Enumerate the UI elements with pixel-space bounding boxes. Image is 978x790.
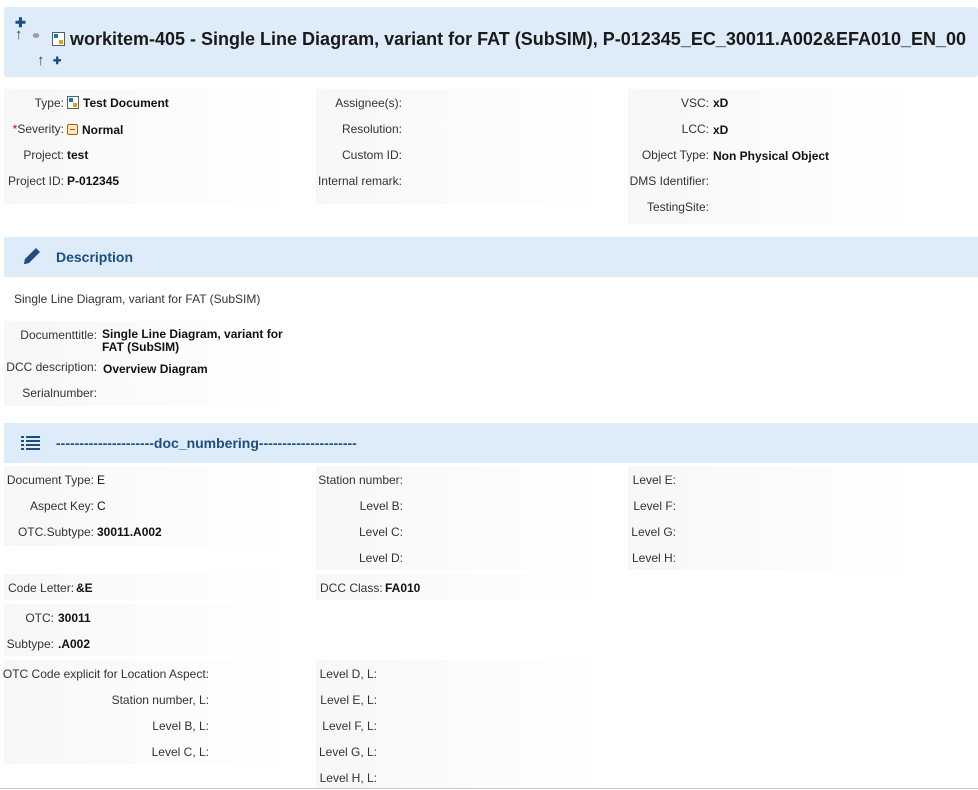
level-f-label: Level F: [633, 499, 676, 513]
child-arrow-icon[interactable]: ↑ [37, 53, 45, 68]
otc-label: OTC: [25, 611, 54, 625]
custom-id-label: Custom ID: [341, 148, 402, 162]
project-label: Project: [23, 148, 64, 162]
subtype-value[interactable]: .A002 [58, 637, 90, 651]
type-label: Type: [34, 96, 64, 110]
level-e-label: Level E: [632, 473, 676, 487]
workitem-type-icon [52, 32, 65, 46]
level-b-l-label: Level B, L: [152, 719, 209, 733]
list-icon [21, 436, 40, 450]
workitem-title: workitem-405 - Single Line Diagram, vari… [70, 29, 967, 49]
document-type-icon [67, 96, 79, 109]
document-type-value[interactable]: E [97, 473, 105, 487]
level-c-l-label: Level C, L: [151, 745, 209, 759]
lcc-label: LCC: [681, 122, 709, 136]
doc-numbering-section-title: ---------------------doc_numbering------… [56, 435, 357, 451]
workitem-header: ✚ ↑ ⚭ ↑ ✚ workitem-405 - Single Line Dia… [4, 7, 978, 77]
level-h-label: Level H: [631, 551, 676, 565]
object-type-label: Object Type: [641, 148, 709, 162]
level-c-label: Level C: [358, 525, 403, 539]
otc-code-location-label: OTC Code explicit for Location Aspect: [2, 667, 209, 681]
code-letter-value[interactable]: &E [76, 581, 93, 595]
parent-arrow-icon[interactable]: ↑ [15, 27, 23, 42]
aspect-key-label: Aspect Key: [29, 499, 94, 513]
otc-subtype-value[interactable]: 30011.A002 [97, 525, 162, 539]
dcc-description-value[interactable]: Overview Diagram [103, 362, 208, 376]
link-icon[interactable]: ⚭ [31, 30, 41, 42]
resolution-label: Resolution: [341, 122, 402, 136]
station-number-l-label: Station number, L: [111, 693, 209, 707]
dcc-description-label: DCC description: [6, 360, 97, 374]
description-section-header[interactable]: Description [4, 237, 978, 277]
documenttitle-value-line2: FAT (SubSIM) [102, 340, 180, 354]
severity-value[interactable]: Normal [67, 123, 123, 137]
dcc-class-value[interactable]: FA010 [385, 581, 420, 595]
description-text: Single Line Diagram, variant for FAT (Su… [14, 292, 261, 306]
code-letter-label: Code Letter: [8, 581, 75, 595]
level-h-l-label: Level H, L: [319, 771, 377, 785]
serialnumber-label: Serialnumber: [22, 386, 97, 400]
level-b-label: Level B: [359, 499, 403, 513]
project-id-label: Project ID: [7, 174, 64, 188]
level-d-l-label: Level D, L: [319, 667, 377, 681]
aspect-key-value[interactable]: C [97, 499, 106, 513]
bottom-divider [0, 788, 978, 789]
level-e-l-label: Level E, L: [320, 693, 377, 707]
description-section-title: Description [56, 249, 134, 265]
assignees-label: Assignee(s): [335, 96, 402, 110]
type-value[interactable]: Test Document [67, 96, 169, 110]
lcc-value[interactable]: xD [713, 123, 728, 137]
project-id-value[interactable]: P-012345 [67, 174, 119, 188]
otc-value[interactable]: 30011 [58, 611, 91, 625]
project-value[interactable]: test [67, 148, 88, 162]
documenttitle-label: Documenttitle: [20, 328, 97, 342]
dms-identifier-label: DMS Identifier: [629, 174, 709, 188]
level-g-l-label: Level G, L: [318, 745, 377, 759]
doc-numbering-section-header[interactable]: ---------------------doc_numbering------… [4, 423, 978, 463]
object-type-value[interactable]: Non Physical Object [713, 149, 829, 163]
level-d-label: Level D: [358, 551, 403, 565]
level-g-label: Level G: [631, 525, 676, 539]
vsc-value[interactable]: xD [713, 96, 728, 110]
subtype-label: Subtype: [6, 637, 54, 651]
severity-label: *Severity: [12, 122, 64, 136]
add-child-icon[interactable]: ✚ [53, 57, 61, 67]
severity-normal-icon [67, 124, 78, 135]
otc-subtype-label: OTC.Subtype: [17, 525, 94, 539]
vsc-label: VSC: [680, 96, 709, 110]
internal-remark-label: Internal remark: [317, 174, 402, 188]
level-f-l-label: Level F, L: [322, 719, 377, 733]
dcc-class-label: DCC Class: [320, 581, 383, 595]
documenttitle-value[interactable]: Single Line Diagram, variant for FAT (Su… [102, 328, 283, 354]
testing-site-label: TestingSite: [646, 200, 709, 214]
station-number-label: Station number: [318, 473, 403, 487]
document-type-label: Document Type: [6, 473, 94, 487]
pencil-icon [24, 248, 40, 264]
